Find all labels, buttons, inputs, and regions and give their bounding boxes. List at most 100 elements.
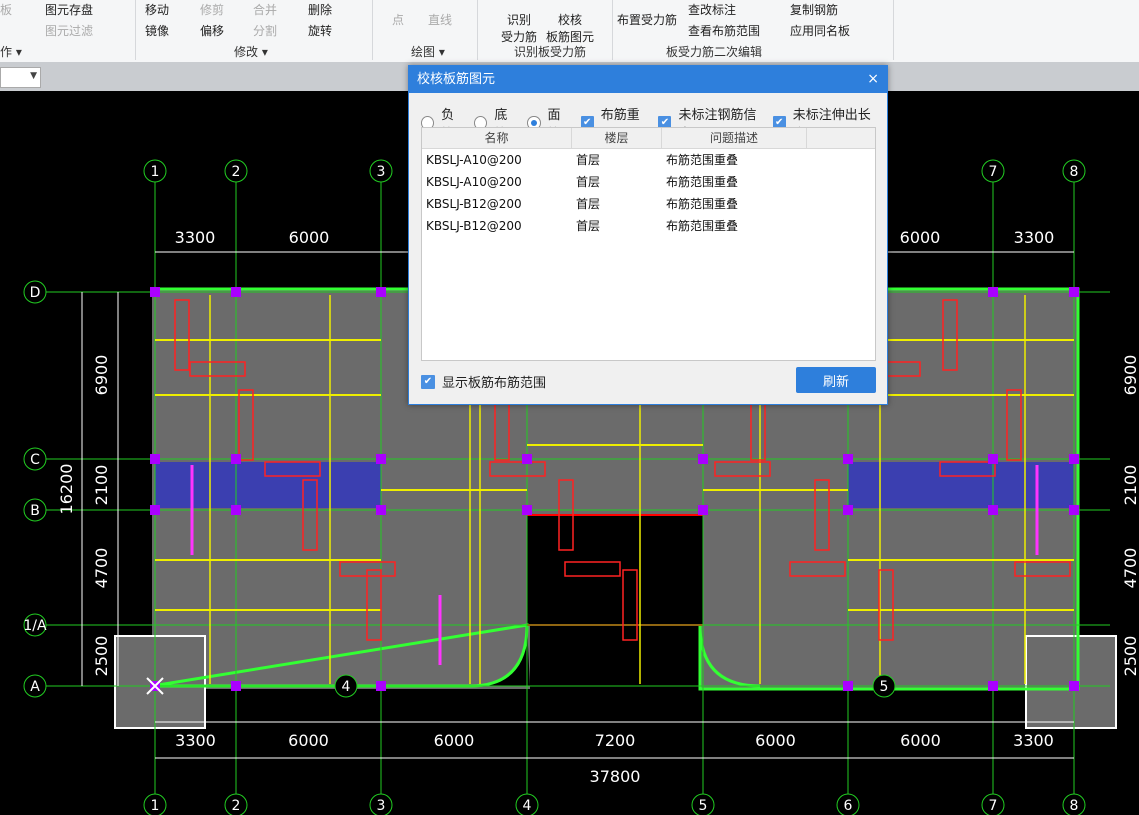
ribbon-button[interactable]: 查看布筋范围 xyxy=(688,22,760,39)
checkbox-icon[interactable]: ✔ xyxy=(421,374,435,389)
ribbon-button[interactable]: 点 xyxy=(392,11,404,28)
dimension-text: 6000 xyxy=(288,731,329,750)
dimension-text: 2500 xyxy=(92,636,111,677)
ribbon-group-label[interactable]: 板受力筋二次编辑 xyxy=(666,43,762,60)
ribbon-group-label[interactable]: 修改 ▾ xyxy=(234,43,268,60)
ribbon-button[interactable]: 应用同名板 xyxy=(790,22,850,39)
ribbon-button[interactable]: 旋转 xyxy=(308,22,332,39)
column xyxy=(150,287,160,297)
table-cell: 首层 xyxy=(576,219,601,233)
axis-label-bottom: 4 xyxy=(523,798,532,814)
column xyxy=(231,505,241,515)
column-header-description[interactable]: 问题描述 xyxy=(662,128,807,148)
ribbon-button[interactable]: 布置受力筋 xyxy=(617,11,677,28)
column xyxy=(843,681,853,691)
column xyxy=(150,454,160,464)
dimension-text: 3300 xyxy=(1013,731,1054,750)
column xyxy=(843,505,853,515)
axis-label-top: 8 xyxy=(1070,164,1079,180)
ribbon-button[interactable]: 直线 xyxy=(428,11,452,28)
ribbon-button[interactable]: 校核 xyxy=(558,11,582,28)
chevron-down-icon: ▼ xyxy=(30,71,37,81)
ribbon-group-label[interactable]: 绘图 ▾ xyxy=(411,43,445,60)
axis-label-bottom: 2 xyxy=(232,798,241,814)
opening xyxy=(527,515,703,625)
corridor-slab xyxy=(848,462,1074,508)
column xyxy=(988,454,998,464)
dimension-total: 37800 xyxy=(590,767,641,786)
ribbon-button-label: 分割 xyxy=(253,24,278,38)
dimension-text: 2500 xyxy=(1121,636,1139,677)
column xyxy=(376,454,386,464)
ribbon-button-label: 校核 xyxy=(558,13,583,27)
dimension-text: 6000 xyxy=(755,731,796,750)
axis-label-top: 7 xyxy=(989,164,998,180)
axis-label-bottom: 7 xyxy=(989,798,998,814)
ribbon-button[interactable]: 合并 xyxy=(253,1,277,18)
table-row[interactable]: KBSLJ-A10@200 首层 布筋范围重叠 xyxy=(422,171,875,193)
table-cell: 布筋范围重叠 xyxy=(666,219,739,233)
checkbox-label: 显示板筋布筋范围 xyxy=(442,376,547,391)
axis-label-bottom: 5 xyxy=(699,798,708,814)
ribbon-button[interactable]: 板 xyxy=(0,1,12,18)
table-row[interactable]: KBSLJ-A10@200 首层 布筋范围重叠 xyxy=(422,149,875,171)
dimension-text: 2100 xyxy=(1121,465,1139,506)
ribbon-button-label: 直线 xyxy=(428,13,453,27)
ribbon-button[interactable]: 镜像 xyxy=(145,22,169,39)
dimension-text: 3300 xyxy=(175,228,216,247)
column xyxy=(988,681,998,691)
ribbon-button[interactable]: 偏移 xyxy=(200,22,224,39)
column xyxy=(376,287,386,297)
dimension-text: 6000 xyxy=(289,228,330,247)
ribbon-button-label: 复制钢筋 xyxy=(790,3,839,17)
ribbon-group-label[interactable]: 识别板受力筋 xyxy=(514,43,586,60)
ribbon-button[interactable]: 分割 xyxy=(253,22,277,39)
refresh-button[interactable]: 刷新 xyxy=(796,367,876,393)
axis-label-left: A xyxy=(30,679,40,695)
ribbon-group-label[interactable]: 作 ▾ xyxy=(0,43,22,60)
ribbon-button[interactable]: 查改标注 xyxy=(688,1,736,18)
dimension-text: 6000 xyxy=(434,731,475,750)
ribbon-button[interactable]: 修剪 xyxy=(200,1,224,18)
table-cell: 首层 xyxy=(576,153,601,167)
ribbon-button[interactable]: 删除 xyxy=(308,1,332,18)
dialog-title: 校核板筋图元 xyxy=(417,72,496,87)
dimension-text: 3300 xyxy=(1014,228,1055,247)
show-range-checkbox[interactable]: ✔ 显示板筋布筋范围 xyxy=(421,372,546,391)
ribbon-button[interactable]: 识别 xyxy=(507,11,531,28)
axis-label-top: 2 xyxy=(232,164,241,180)
table-row[interactable]: KBSLJ-B12@200 首层 布筋范围重叠 xyxy=(422,193,875,215)
column-header-name[interactable]: 名称 xyxy=(422,128,572,148)
axis-label-left: D xyxy=(30,285,41,301)
column xyxy=(1069,287,1079,297)
dimension-text: 7200 xyxy=(595,731,636,750)
ribbon-separator xyxy=(893,0,894,60)
column xyxy=(231,454,241,464)
ribbon-separator xyxy=(135,0,136,60)
ribbon-button[interactable]: 图元过滤 xyxy=(45,22,93,39)
ribbon-button[interactable]: 移动 xyxy=(145,1,169,18)
table-cell: KBSLJ-B12@200 xyxy=(426,219,522,233)
ribbon-button-label: 布置受力筋 xyxy=(617,13,678,27)
ribbon-button-label: 移动 xyxy=(145,3,170,17)
dimension-text: 4700 xyxy=(92,548,111,589)
ribbon-button[interactable]: 图元存盘 xyxy=(45,1,93,18)
ribbon-button-label: 偏移 xyxy=(200,24,225,38)
ribbon-button-label: 图元过滤 xyxy=(45,24,94,38)
column xyxy=(522,454,532,464)
column-header-floor[interactable]: 楼层 xyxy=(572,128,662,148)
column xyxy=(1069,454,1079,464)
dimension-total: 16200 xyxy=(57,464,76,515)
dimension-text: 3300 xyxy=(175,731,216,750)
ribbon-separator xyxy=(372,0,373,60)
layer-dropdown[interactable]: ▼ xyxy=(0,67,41,88)
axis-label-left: 1/A xyxy=(23,618,47,634)
ribbon-button-label: 板 xyxy=(0,3,13,17)
column xyxy=(1069,681,1079,691)
ribbon-button[interactable]: 复制钢筋 xyxy=(790,1,838,18)
axis-label-left: B xyxy=(30,503,40,519)
close-icon[interactable]: × xyxy=(867,66,879,93)
dialog-titlebar[interactable]: 校核板筋图元 × xyxy=(409,66,887,93)
dimension-text: 6000 xyxy=(900,731,941,750)
table-row[interactable]: KBSLJ-B12@200 首层 布筋范围重叠 xyxy=(422,215,875,237)
